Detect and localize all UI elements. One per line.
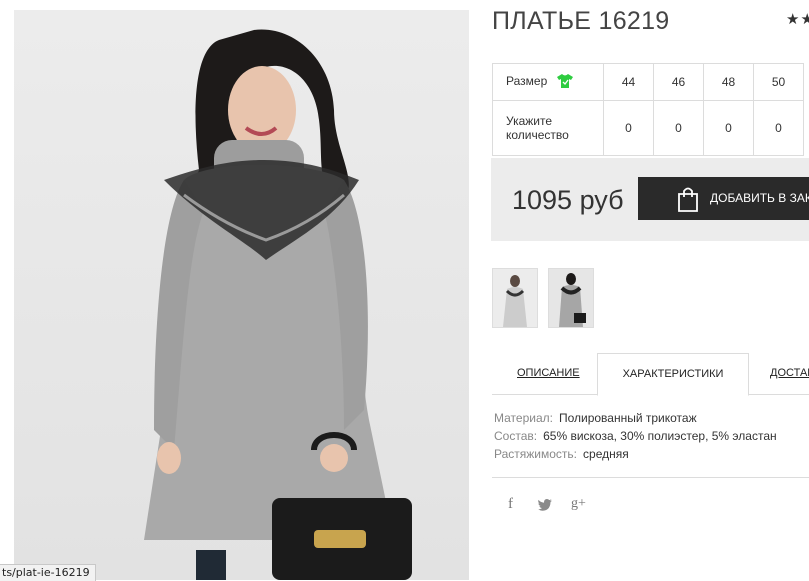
spec-row: Материал: Полированный трикотаж <box>494 409 777 427</box>
thumbnail-1[interactable] <box>492 268 538 328</box>
size-48: 48 <box>703 63 754 101</box>
spec-value: 65% вискоза, 30% полиэстер, 5% эластан <box>543 429 777 443</box>
product-main-photo[interactable] <box>14 10 469 580</box>
add-to-cart-label: ДОБАВИТЬ В ЗАКАЗ <box>710 191 809 205</box>
spec-value: средняя <box>583 447 629 461</box>
specs-list: Материал: Полированный трикотаж Состав: 65… <box>494 409 777 463</box>
price-box: 1095 руб ДОБАВИТЬ В ЗАКАЗ <box>491 158 809 241</box>
spec-key: Материал: <box>494 411 553 425</box>
quantity-input-46[interactable]: 0 <box>653 100 704 156</box>
quantity-input-48[interactable]: 0 <box>703 100 754 156</box>
spec-row: Растяжимость: средняя <box>494 445 777 463</box>
quantity-label-line2: количество <box>506 128 569 142</box>
quantity-label-cell: Укажите количество <box>492 100 604 156</box>
thumbnail-2[interactable] <box>548 268 594 328</box>
size-50: 50 <box>753 63 804 101</box>
product-title: ПЛАТЬЕ 16219 <box>492 7 670 35</box>
tab-delivery-label: ДОСТАВКА <box>770 367 809 379</box>
tab-characteristics[interactable]: ХАРАКТЕРИСТИКИ <box>597 353 749 396</box>
tab-description[interactable]: ОПИСАНИЕ <box>517 353 580 394</box>
size-label-cell: Размер <box>492 63 604 101</box>
tshirt-icon[interactable] <box>556 73 573 91</box>
facebook-share-icon[interactable]: f <box>508 496 513 513</box>
size-label: Размер <box>506 73 548 88</box>
tab-delivery[interactable]: ДОСТАВКА <box>770 353 809 394</box>
spec-key: Растяжимость: <box>494 447 578 461</box>
spec-key: Состав: <box>494 429 538 443</box>
size-quantity-table: Размер 44 46 48 50 Укажите количество 0 … <box>492 63 804 156</box>
divider <box>492 477 809 478</box>
add-to-cart-button[interactable]: ДОБАВИТЬ В ЗАКАЗ <box>638 177 809 220</box>
size-46: 46 <box>653 63 704 101</box>
spec-value: Полированный трикотаж <box>558 411 697 425</box>
product-tabs: ОПИСАНИЕ ХАРАКТЕРИСТИКИ ДОСТАВКА <box>492 353 809 396</box>
size-44: 44 <box>603 63 654 101</box>
product-price: 1095 руб <box>512 185 624 215</box>
tab-description-label: ОПИСАНИЕ <box>517 367 580 379</box>
quantity-input-44[interactable]: 0 <box>603 100 654 156</box>
status-bar-url: ts/plat-ie-16219 <box>0 564 96 581</box>
rating-stars[interactable]: ★★ <box>786 10 809 28</box>
shopping-bag-icon <box>676 186 700 220</box>
quantity-label-line1: Укажите <box>506 114 553 128</box>
twitter-share-icon[interactable] <box>538 499 552 516</box>
google-plus-share-icon[interactable]: g+ <box>571 496 586 512</box>
quantity-input-50[interactable]: 0 <box>753 100 804 156</box>
tab-characteristics-label: ХАРАКТЕРИСТИКИ <box>622 368 724 380</box>
spec-row: Состав: 65% вискоза, 30% полиэстер, 5% эл… <box>494 427 777 445</box>
